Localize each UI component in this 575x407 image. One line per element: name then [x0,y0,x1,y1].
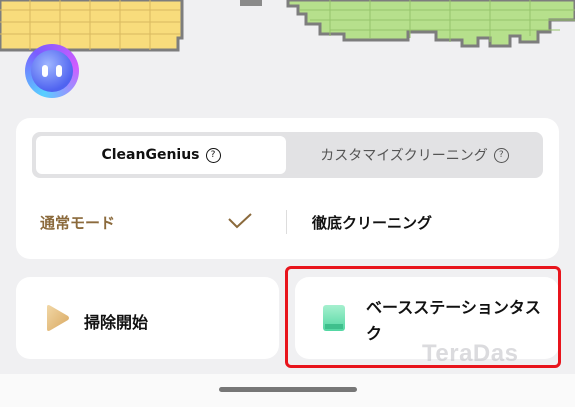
mode-divider [286,210,287,234]
checkmark-icon [228,213,252,229]
start-cleaning-button[interactable]: 掃除開始 [16,277,279,359]
robot-avatar[interactable] [25,44,79,98]
mode-segmented-control: CleanGenius ? カスタマイズクリーニング ? [32,132,543,178]
question-circle-icon[interactable]: ? [493,147,509,163]
robot-eye-right [56,65,62,77]
tab-cleangenius-label: CleanGenius [101,147,200,163]
tab-custom-cleaning[interactable]: カスタマイズクリーニング ? [290,136,539,174]
question-circle-icon[interactable]: ? [205,147,221,163]
home-indicator[interactable] [219,387,357,392]
tab-cleangenius[interactable]: CleanGenius ? [36,136,286,174]
cleaning-mode-card: CleanGenius ? カスタマイズクリーニング ? 通常モード 徹底クリー… [16,118,559,259]
robot-face-icon [31,50,73,92]
mode-option-deep[interactable]: 徹底クリーニング [312,212,432,233]
room-map [0,0,575,52]
start-cleaning-label: 掃除開始 [84,313,149,332]
watermark: TeraDas [422,340,519,367]
map-view[interactable] [0,0,575,110]
robot-eye-left [42,65,48,77]
play-icon [47,305,69,331]
tab-custom-cleaning-label: カスタマイズクリーニング [320,148,488,164]
mode-option-normal[interactable]: 通常モード [40,212,115,233]
